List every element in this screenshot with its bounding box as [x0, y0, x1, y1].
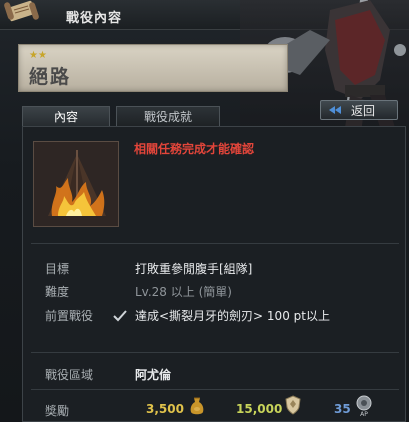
status-notice: 相關任務完成才能確認 — [134, 142, 255, 156]
difficulty-stars: ★★ — [29, 50, 47, 61]
checkmark-icon — [113, 310, 127, 322]
tab-campaign-achievements[interactable]: 戰役成就 — [116, 106, 220, 126]
reward-gold-value: 3,500 — [146, 402, 184, 416]
campaign-details-window: 戰役內容 ★★ 絕路 內容 戰役成就 返回 相關任務完成才能確認 目標 打敗重參… — [0, 0, 409, 422]
region-value: 阿尤倫 — [135, 368, 172, 382]
difficulty-label: 難度 — [45, 285, 70, 299]
campaign-content-panel: 相關任務完成才能確認 目標 打敗重參閒腹手[組隊] 難度 Lv.28 以上 (簡… — [22, 126, 406, 422]
campaign-name-box: ★★ 絕路 — [18, 44, 288, 92]
difficulty-value: Lv.28 以上 (簡單) — [135, 285, 232, 299]
divider — [31, 389, 399, 390]
window-title: 戰役內容 — [66, 11, 123, 26]
campaign-name: 絕路 — [29, 66, 72, 88]
back-arrow-icon — [335, 106, 341, 114]
reward-label: 獎勵 — [45, 404, 70, 418]
contribution-shield-icon — [285, 395, 301, 415]
prerequisite-label: 前置戰役 — [45, 309, 94, 323]
reward-ap-value: 35 — [334, 402, 351, 416]
campaign-thumbnail — [33, 141, 119, 227]
back-button[interactable]: 返回 — [320, 100, 398, 120]
reward-contribution-value: 15,000 — [236, 402, 283, 416]
objective-label: 目標 — [45, 262, 70, 276]
back-button-label: 返回 — [351, 104, 376, 118]
ap-token-icon: AP — [356, 395, 372, 417]
divider — [31, 243, 399, 244]
scroll-icon — [4, 0, 39, 22]
svg-text:AP: AP — [360, 411, 368, 417]
objective-value: 打敗重參閒腹手[組隊] — [135, 262, 253, 276]
prerequisite-value: 達成<撕裂月牙的劍刃> 100 pt以上 — [135, 309, 330, 323]
tab-content[interactable]: 內容 — [22, 106, 110, 126]
divider — [31, 352, 399, 353]
burning-tent-image — [34, 142, 118, 226]
gold-pouch-icon — [190, 397, 204, 415]
region-label: 戰役區域 — [45, 368, 94, 382]
